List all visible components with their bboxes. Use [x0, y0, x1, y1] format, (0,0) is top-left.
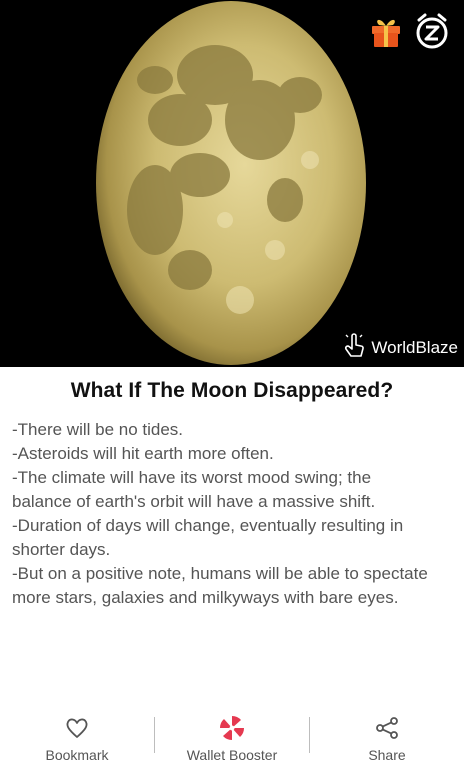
- body-line: -But on a positive note, humans will be …: [12, 564, 428, 583]
- source-attribution[interactable]: WorldBlaze: [343, 331, 458, 363]
- body-line: -Duration of days will change, eventuall…: [12, 516, 404, 535]
- body-line: -The climate will have its worst mood sw…: [12, 468, 372, 487]
- bookmark-label: Bookmark: [45, 747, 109, 763]
- share-button[interactable]: Share: [310, 706, 464, 765]
- moon-image: [96, 1, 366, 365]
- body-line: balance of earth's orbit will have a mas…: [12, 492, 376, 511]
- body-line: -Asteroids will hit earth more often.: [12, 444, 274, 463]
- source-label: WorldBlaze: [371, 337, 458, 357]
- share-label: Share: [368, 747, 406, 763]
- pinwheel-icon: [219, 713, 245, 743]
- heart-icon: [65, 713, 89, 743]
- wallet-booster-label: Wallet Booster: [186, 747, 278, 763]
- article-title: What If The Moon Disappeared?: [70, 379, 394, 402]
- article-body: -There will be no tides. -Asteroids will…: [12, 418, 452, 610]
- body-line: shorter days.: [12, 540, 111, 559]
- body-line: more stars, galaxies and milkyways with …: [12, 588, 399, 607]
- wallet-booster-button[interactable]: Wallet Booster: [155, 706, 309, 765]
- gift-icon[interactable]: [368, 12, 404, 50]
- bookmark-button[interactable]: Bookmark: [0, 706, 154, 765]
- snooze-alarm-icon[interactable]: [414, 12, 450, 50]
- body-line: -There will be no tides.: [12, 420, 184, 439]
- tap-hand-icon: [343, 331, 365, 363]
- article-hero-image: WorldBlaze: [0, 0, 464, 367]
- share-icon: [375, 713, 399, 743]
- bottom-action-bar: Bookmark Wallet Booster Share: [0, 706, 464, 765]
